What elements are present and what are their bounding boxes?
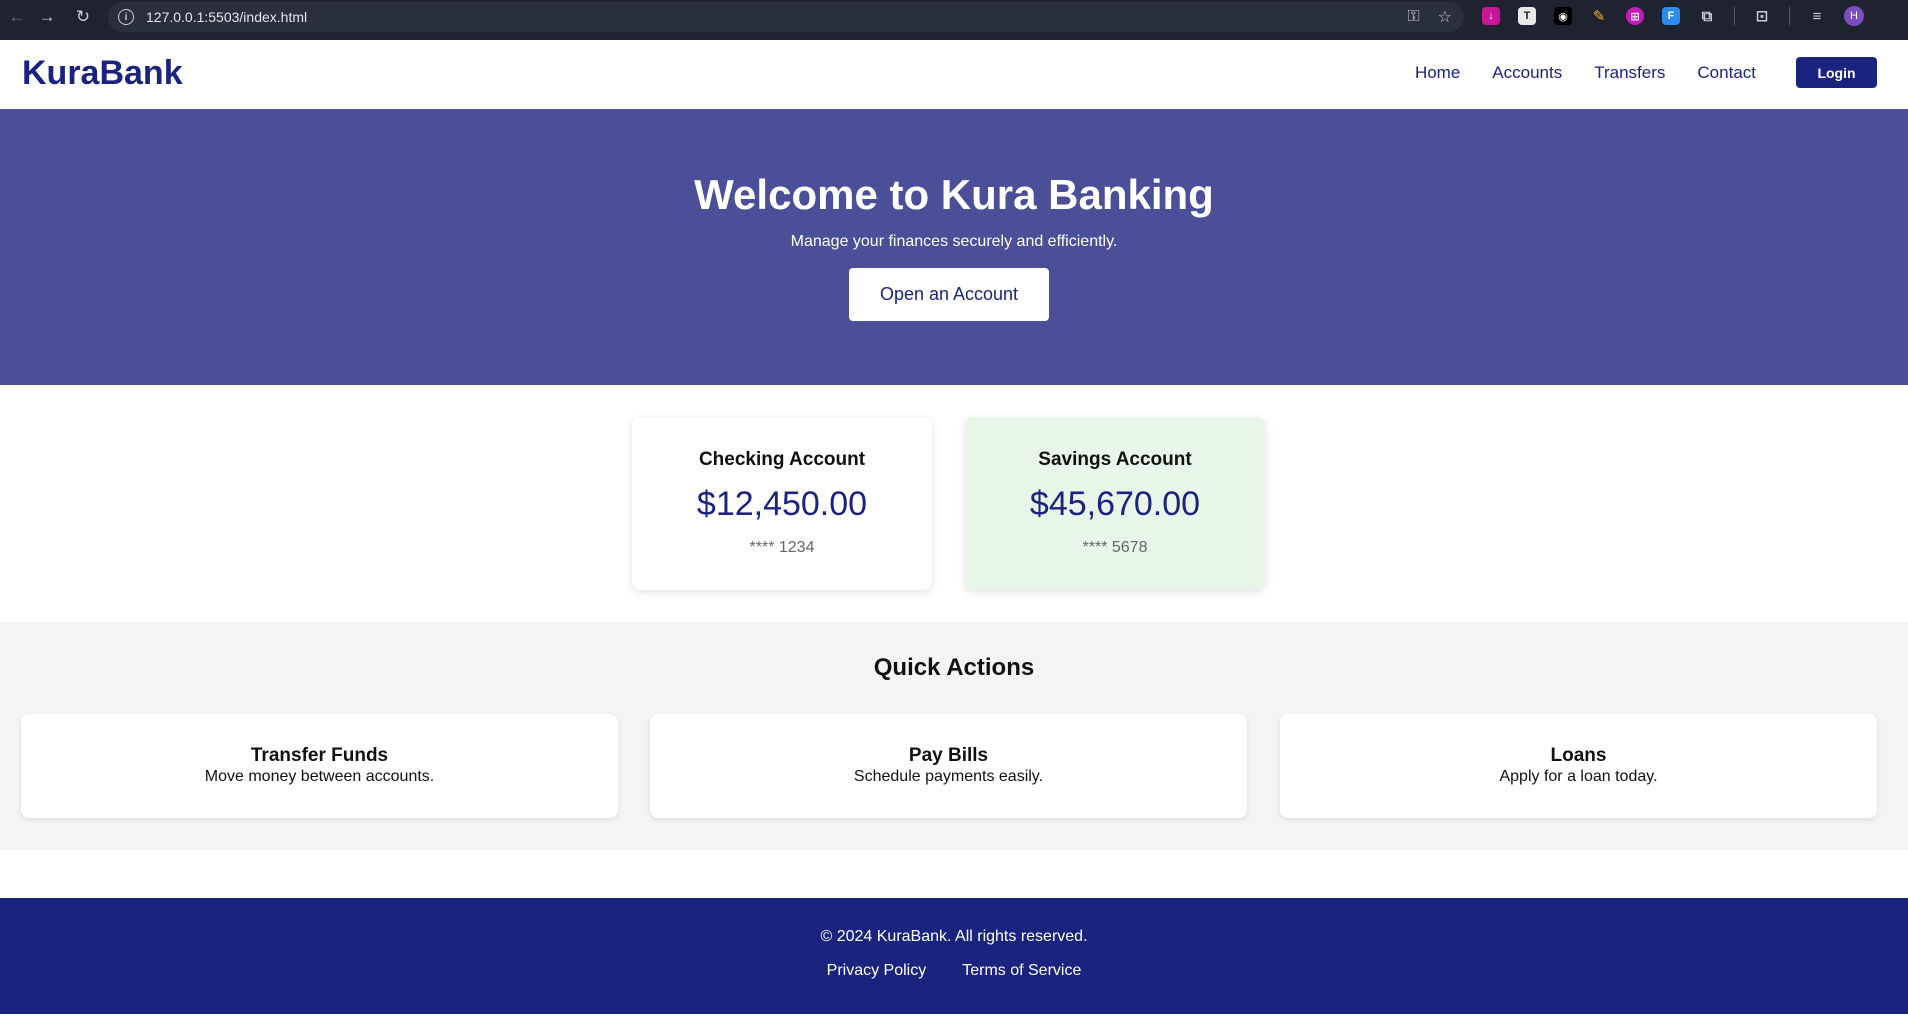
account-number: **** 1234 <box>749 539 815 556</box>
quick-action-title: Pay Bills <box>908 745 989 766</box>
main-nav: Home Accounts Transfers Contact Login <box>1383 57 1877 88</box>
download-extension-icon[interactable]: ↓ <box>1482 7 1500 25</box>
nav-link-home[interactable]: Home <box>1415 63 1460 83</box>
nav-link-transfers[interactable]: Transfers <box>1594 63 1665 83</box>
quick-action-title: Transfer Funds <box>250 745 389 766</box>
account-title: Savings Account <box>1038 449 1192 470</box>
url-text[interactable]: 127.0.0.1:5503/index.html <box>146 9 307 25</box>
terms-of-service-link[interactable]: Terms of Service <box>962 962 1081 980</box>
quick-action-description: Move money between accounts. <box>204 768 435 785</box>
screenshot-icon[interactable]: ⊡ <box>1753 7 1771 25</box>
copyright-text: © 2024 KuraBank. All rights reserved. <box>820 928 1088 945</box>
puzzle-icon[interactable]: ⧉ <box>1698 7 1716 25</box>
site-header: KuraBank Home Accounts Transfers Contact… <box>0 40 1908 109</box>
savings-account-card[interactable]: Savings Account $45,670.00 **** 5678 <box>965 417 1265 590</box>
login-button[interactable]: Login <box>1796 57 1877 88</box>
quick-action-description: Schedule payments easily. <box>853 768 1044 785</box>
quick-actions-heading: Quick Actions <box>873 654 1035 681</box>
bookmark-star-icon[interactable]: ☆ <box>1438 7 1452 27</box>
grid-extension-icon[interactable]: ⊞ <box>1626 7 1644 25</box>
nav-link-contact[interactable]: Contact <box>1697 63 1756 83</box>
quick-actions-section: Quick Actions Transfer Funds Move money … <box>0 622 1908 850</box>
ft-extension-icon[interactable]: F <box>1662 7 1680 25</box>
browser-toolbar: ← → ↻ i 127.0.0.1:5503/index.html ⚿ ☆ ↓ … <box>0 0 1908 40</box>
key-icon[interactable]: ⚿ <box>1407 8 1419 26</box>
site-info-icon[interactable]: i <box>118 9 134 25</box>
address-bar[interactable]: i 127.0.0.1:5503/index.html ⚿ ☆ <box>108 2 1464 32</box>
privacy-policy-link[interactable]: Privacy Policy <box>827 962 927 980</box>
camera-extension-icon[interactable]: ◉ <box>1554 7 1572 25</box>
toolbar-divider <box>1789 7 1790 25</box>
reading-list-icon[interactable]: ≡ <box>1808 7 1826 25</box>
text-extension-icon[interactable]: T <box>1518 7 1536 25</box>
account-balance: $12,450.00 <box>696 485 868 523</box>
quick-action-loans[interactable]: Loans Apply for a loan today. <box>1280 714 1877 818</box>
pen-extension-icon[interactable]: ✎ <box>1590 7 1608 25</box>
reload-icon[interactable]: ↻ <box>66 0 100 34</box>
profile-avatar[interactable]: H <box>1844 6 1864 26</box>
nav-link-accounts[interactable]: Accounts <box>1492 63 1562 83</box>
toolbar-divider <box>1734 7 1735 25</box>
back-icon[interactable]: ← <box>0 0 34 34</box>
forward-icon[interactable]: → <box>30 0 64 34</box>
hero-subtitle: Manage your finances securely and effici… <box>790 233 1118 250</box>
site-footer: © 2024 KuraBank. All rights reserved. Pr… <box>0 898 1908 1014</box>
checking-account-card[interactable]: Checking Account $12,450.00 **** 1234 <box>632 417 932 590</box>
quick-action-pay-bills[interactable]: Pay Bills Schedule payments easily. <box>650 714 1247 818</box>
account-number: **** 5678 <box>1082 539 1148 556</box>
account-title: Checking Account <box>698 449 866 470</box>
site-logo[interactable]: KuraBank <box>22 54 183 93</box>
account-balance: $45,670.00 <box>1029 485 1201 523</box>
quick-action-description: Apply for a loan today. <box>1499 768 1658 785</box>
quick-action-transfer-funds[interactable]: Transfer Funds Move money between accoun… <box>21 714 618 818</box>
quick-action-title: Loans <box>1550 745 1607 766</box>
open-account-button[interactable]: Open an Account <box>849 268 1049 321</box>
footer-links: Privacy Policy Terms of Service <box>0 962 1908 980</box>
hero-title: Welcome to Kura Banking <box>694 171 1214 218</box>
hero-section: Welcome to Kura Banking Manage your fina… <box>0 109 1908 385</box>
